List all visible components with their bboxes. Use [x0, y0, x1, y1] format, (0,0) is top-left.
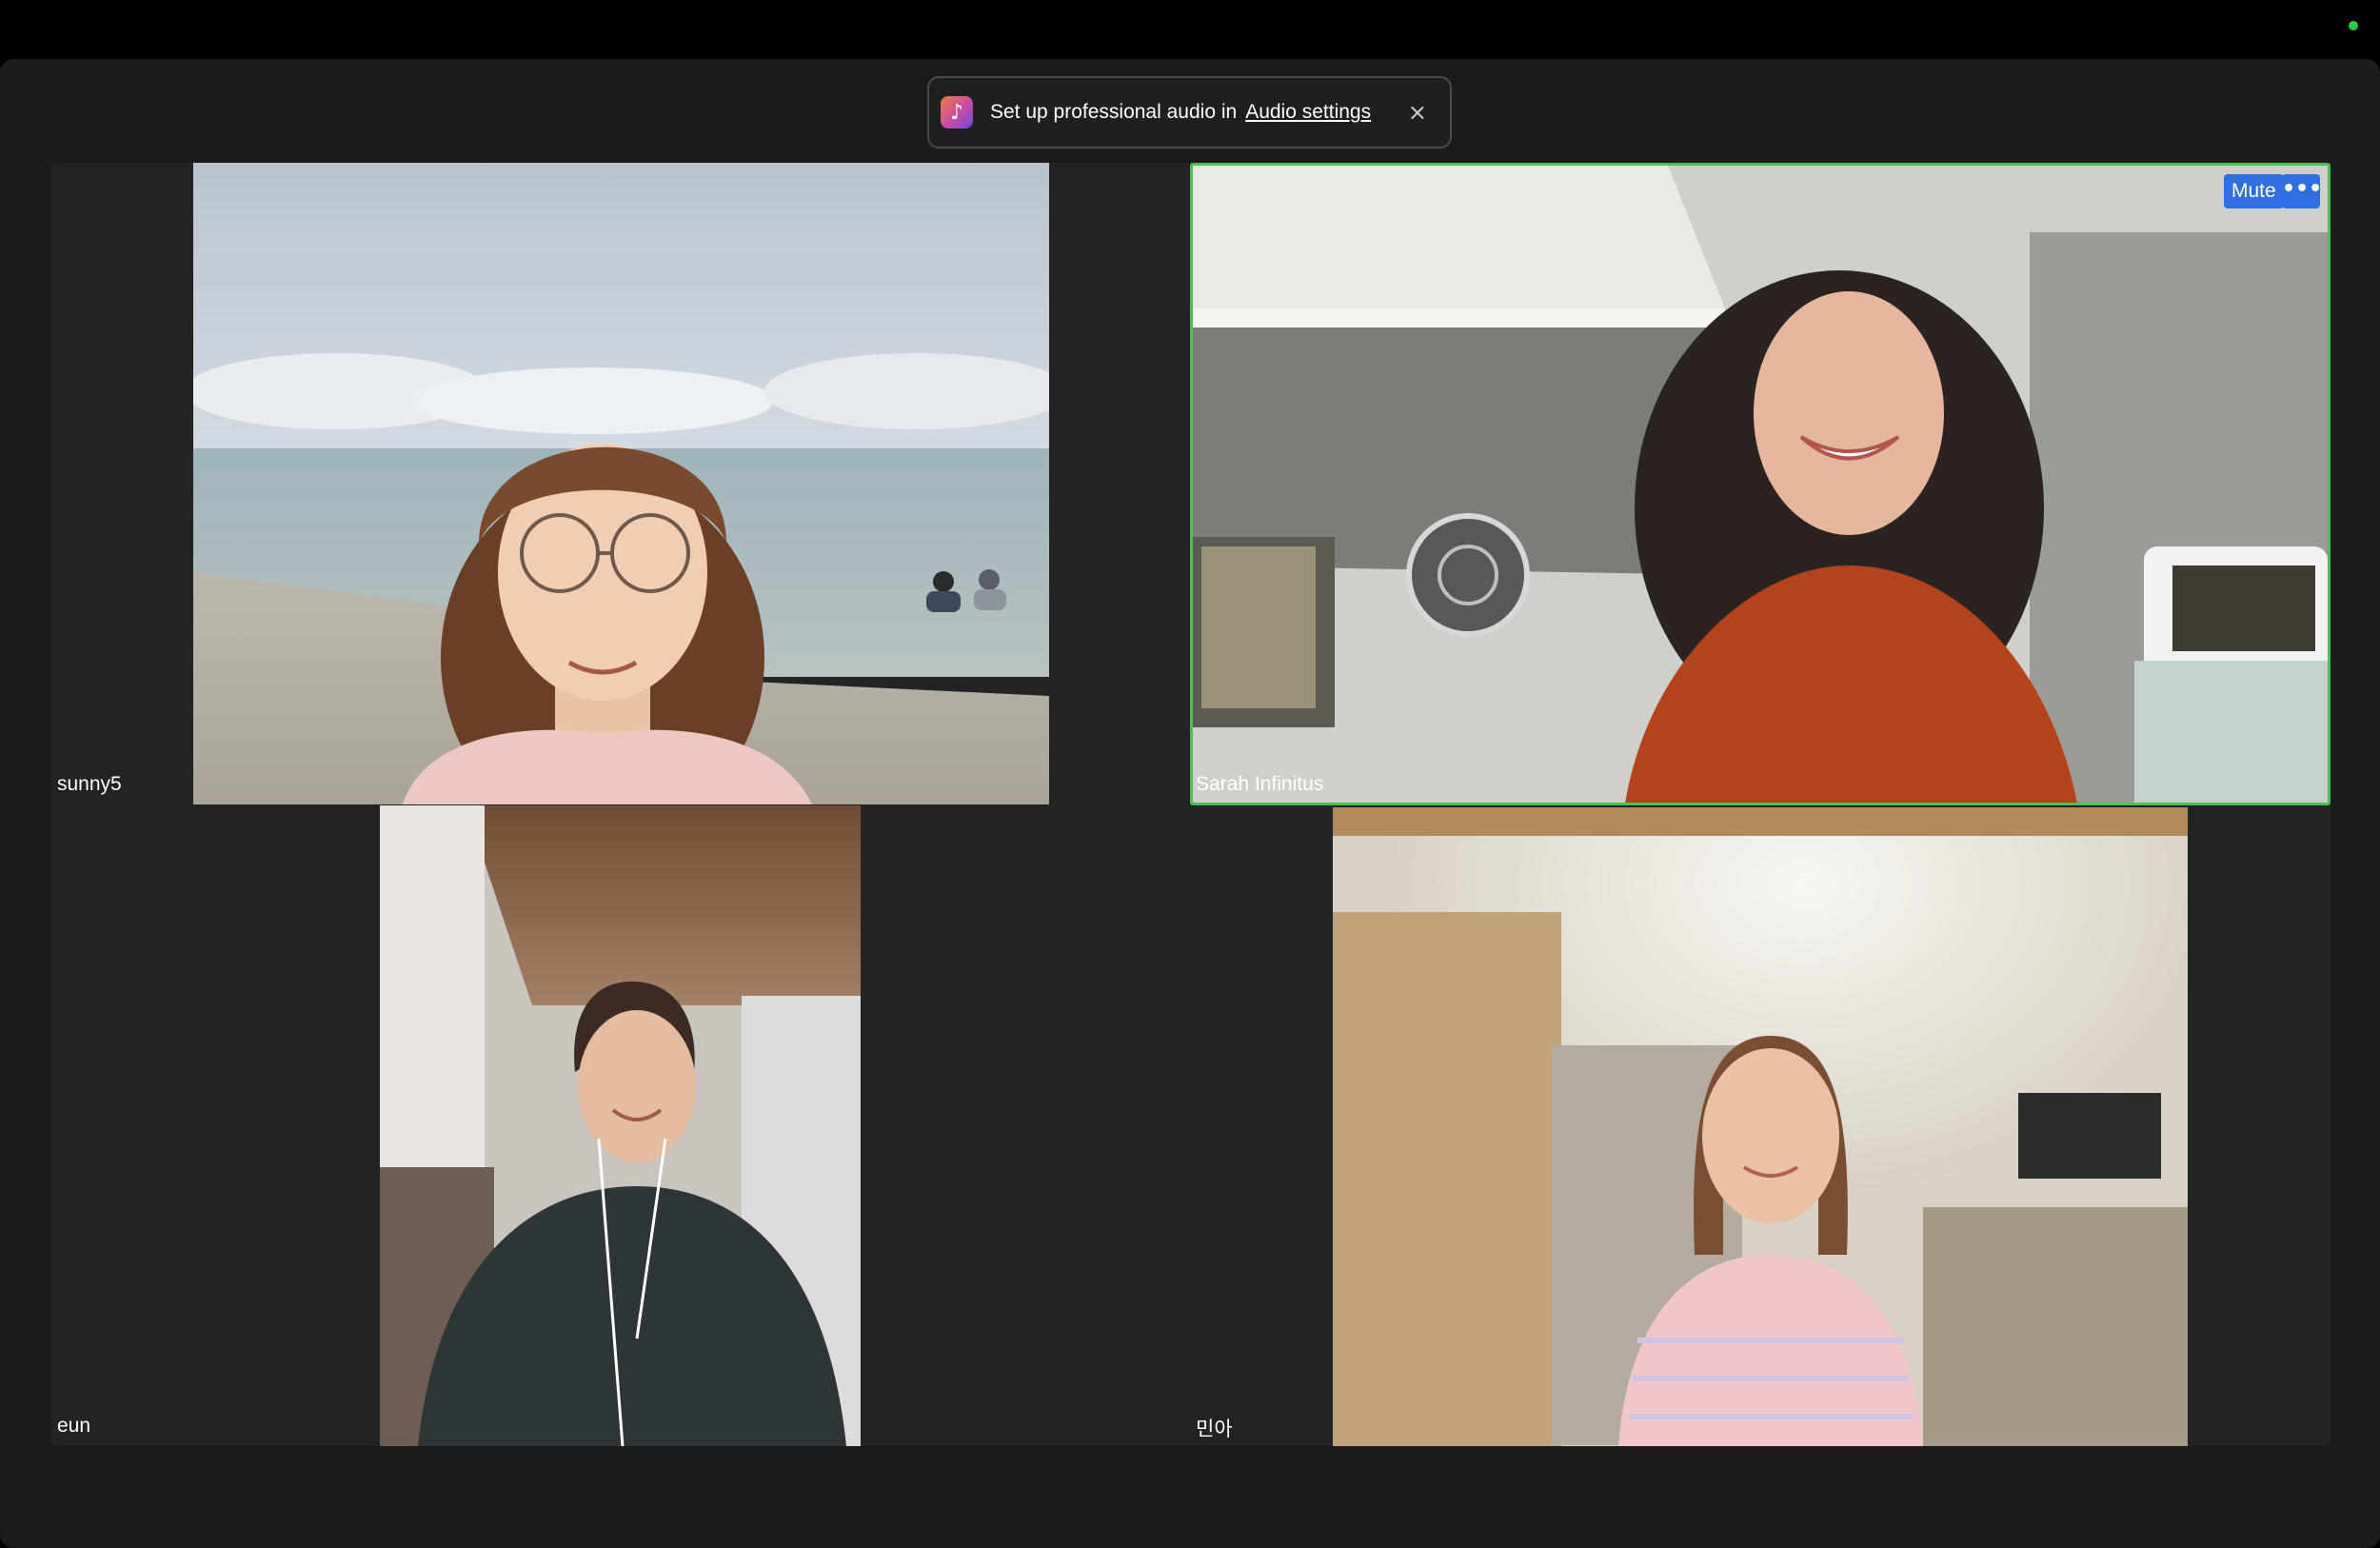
status-dot-icon	[2349, 21, 2358, 30]
video-feed-sunny5	[193, 163, 1049, 804]
music-note-icon: ♪	[941, 96, 973, 129]
more-options-icon[interactable]: •••	[2282, 174, 2322, 208]
video-grid: sunny5 Sarah Infinitus Mute ••• eun 민아	[50, 163, 2330, 1446]
beach-scene	[193, 163, 1049, 804]
audio-settings-link[interactable]: Audio settings	[1245, 101, 1371, 124]
active-speaker-border	[1190, 163, 2330, 805]
participant-name-sarah-infinitus: Sarah Infinitus	[1196, 773, 1324, 795]
close-icon[interactable]: ×	[1408, 101, 1427, 124]
title-bar	[0, 0, 2380, 59]
participant-name-eun: eun	[57, 1415, 91, 1437]
mute-button[interactable]: Mute	[2224, 174, 2284, 208]
participant-name-mina: 민아	[1196, 1419, 1233, 1440]
participant-name-sunny5: sunny5	[57, 773, 122, 795]
video-feed-eun	[380, 805, 861, 1446]
video-feed-mina	[1333, 807, 2188, 1446]
room-scene-eun	[380, 805, 861, 1446]
audio-settings-banner: ♪ Set up professional audio in Audio set…	[927, 76, 1452, 149]
banner-message: Set up professional audio in	[990, 101, 1238, 123]
room-scene-mina	[1333, 807, 2188, 1446]
